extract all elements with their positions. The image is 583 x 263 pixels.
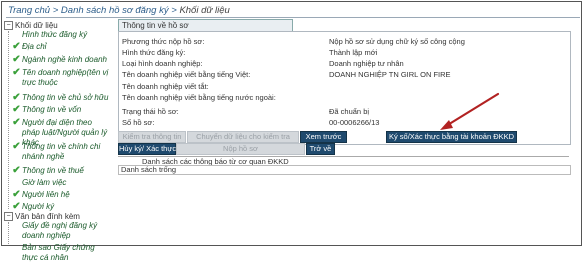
annotation-arrow-icon <box>440 92 500 130</box>
window-frame: Trang chủ > Danh sách hồ sơ đăng ký > Kh… <box>1 1 582 262</box>
